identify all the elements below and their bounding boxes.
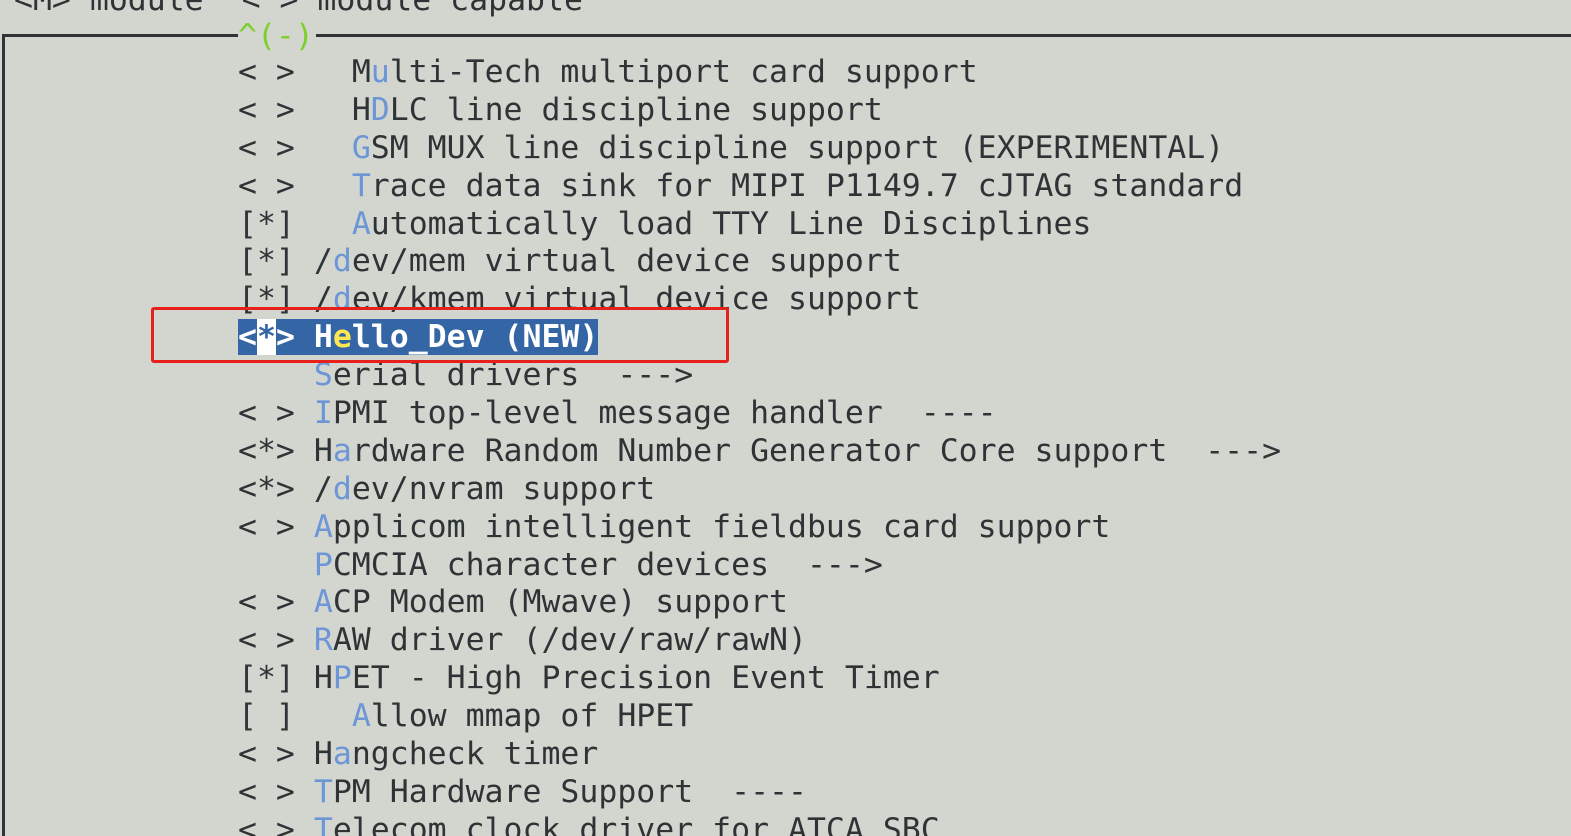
menu-item-hotkey: a [332, 736, 352, 773]
menu-item[interactable]: < > Trace data sink for MIPI P1149.7 cJT… [238, 168, 1281, 206]
menu-item-state: < > [238, 811, 295, 836]
menu-item-hotkey: G [351, 129, 371, 166]
menu-item[interactable]: < > Multi-Tech multiport card support [238, 54, 1281, 92]
menu-item-hotkey: A [351, 698, 371, 735]
menu-item-text: ngcheck timer [351, 736, 599, 773]
menu-item-text: H [313, 736, 333, 773]
menu-item-hotkey: d [332, 243, 352, 280]
menu-item[interactable]: < > GSM MUX line discipline support (EXP… [238, 130, 1281, 168]
menu-item-text: AW driver (/dev/raw/rawN) [332, 622, 807, 659]
menu-item-text: H [313, 432, 333, 469]
menu-item-text: M [351, 54, 371, 90]
menu-item-hotkey: P [332, 660, 352, 697]
menu-item-hotkey: S [313, 357, 333, 394]
menu-item-text: PM Hardware Support ---- [332, 773, 807, 810]
menu-item-text: / [313, 281, 333, 318]
menu-item[interactable]: [*] HPET - High Precision Event Timer [238, 660, 1281, 698]
menu-item-state [238, 357, 295, 393]
menu-item[interactable]: < > ACP Modem (Mwave) support [238, 584, 1281, 622]
menu-item-state: < > [238, 129, 295, 166]
menu-item-state: < > [238, 736, 295, 773]
menu-item-state: < > [238, 91, 295, 128]
menu-item-hotkey: D [370, 91, 390, 128]
menu-item-text: ev/nvram support [351, 470, 656, 507]
menu-item-text: / [313, 243, 333, 280]
menu-item-hotkey: a [332, 432, 352, 469]
menu-item[interactable]: < > Telecom clock driver for ATCA SBC [238, 812, 1281, 836]
menu-item-state: <*> [238, 470, 295, 507]
kernel-config-menu: < > Multi-Tech multiport card support < >… [238, 54, 1281, 836]
menu-item-state: < > [238, 54, 295, 90]
menu-item[interactable]: <*> Hardware Random Number Generator Cor… [238, 433, 1281, 471]
menu-item-hotkey: I [313, 395, 333, 432]
menu-item-hotkey: d [332, 281, 352, 318]
menu-item-state: < > [238, 584, 295, 621]
menu-item-text: H [313, 660, 333, 697]
menu-item[interactable]: < > TPM Hardware Support ---- [238, 774, 1281, 812]
menu-item-text: CMCIA character devices ---> [332, 546, 883, 583]
menu-item[interactable]: < > RAW driver (/dev/raw/rawN) [238, 622, 1281, 660]
menu-item-hotkey: A [351, 205, 371, 242]
menu-item-state: [ ] [238, 698, 295, 735]
menu-item-hotkey: e [332, 319, 352, 356]
menu-item[interactable]: <*> /dev/nvram support [238, 471, 1281, 509]
menu-item-state: < > [238, 508, 295, 545]
selection-highlight[interactable]: <*> Hello_Dev (NEW) [238, 319, 599, 356]
menu-item-text: pplicom intelligent fieldbus card suppor… [332, 508, 1111, 545]
text-cursor: * [256, 319, 276, 356]
menu-item-hotkey: T [313, 811, 333, 836]
menu-item-text: erial drivers ---> [332, 357, 694, 394]
menu-item-text: rdware Random Number Generator Core supp… [351, 432, 1282, 469]
menu-item-state: < > [238, 395, 295, 432]
menu-item-text: PMI top-level message handler ---- [332, 395, 997, 432]
menu-item-hotkey: P [313, 546, 333, 583]
menu-item-hotkey: u [370, 54, 390, 90]
menu-item-state: < > [238, 773, 295, 810]
menu-item-state: < > [238, 167, 295, 204]
menu-item-text: CP Modem (Mwave) support [332, 584, 788, 621]
menu-item[interactable]: [*] /dev/kmem virtual device support [238, 281, 1281, 319]
menu-item-text: race data sink for MIPI P1149.7 cJTAG st… [370, 167, 1244, 204]
scroll-up-indicator: ^(-) [238, 17, 316, 55]
menu-item[interactable]: [ ] Allow mmap of HPET [238, 698, 1281, 736]
menu-item[interactable]: < > Hangcheck timer [238, 736, 1281, 774]
menu-item-text: ev/kmem virtual device support [351, 281, 921, 318]
menu-item-text: elecom clock driver for ATCA SBC [332, 811, 940, 836]
menu-item[interactable]: [*] /dev/mem virtual device support [238, 243, 1281, 281]
menu-item-text: H [351, 91, 371, 128]
menu-item-state: [*] [238, 660, 295, 697]
menu-item-text: SM MUX line discipline support (EXPERIME… [370, 129, 1225, 166]
menu-item[interactable]: [*] Automatically load TTY Line Discipli… [238, 206, 1281, 244]
menu-item-text: H [313, 319, 333, 356]
menu-item-state: [*] [238, 243, 295, 280]
menu-item-state: < > [238, 622, 295, 659]
menu-item[interactable]: < > Applicom intelligent fieldbus card s… [238, 509, 1281, 547]
menu-item-hotkey: A [313, 508, 333, 545]
menu-item-hotkey: T [313, 773, 333, 810]
menu-item-state: [*] [238, 281, 295, 318]
menu-item-hotkey: T [351, 167, 371, 204]
menu-item-text: / [313, 470, 333, 507]
menu-item[interactable]: < > HDLC line discipline support [238, 92, 1281, 130]
menu-item-hotkey: A [313, 584, 333, 621]
menu-item-selected[interactable]: <*> Hello_Dev (NEW) [238, 319, 1281, 357]
menu-item-text: llo_Dev (NEW) [351, 319, 599, 356]
menu-item-text: ev/mem virtual device support [351, 243, 902, 280]
menu-item[interactable]: < > IPMI top-level message handler ---- [238, 395, 1281, 433]
menu-item-state [238, 547, 295, 583]
menu-item-state: [*] [238, 205, 295, 242]
menu-item-text: utomatically load TTY Line Disciplines [370, 205, 1092, 242]
menu-item-text: lti-Tech multiport card support [389, 54, 978, 90]
menu-item-text: LC line discipline support [389, 91, 883, 128]
menu-item[interactable]: Serial drivers ---> [238, 357, 1281, 395]
menu-item[interactable]: PCMCIA character devices ---> [238, 547, 1281, 585]
menu-item-hotkey: d [332, 470, 352, 507]
menu-item-text: llow mmap of HPET [370, 698, 694, 735]
menu-item-text: ET - High Precision Event Timer [351, 660, 940, 697]
menu-item-state: <*> [238, 432, 295, 469]
menu-item-hotkey: R [313, 622, 333, 659]
